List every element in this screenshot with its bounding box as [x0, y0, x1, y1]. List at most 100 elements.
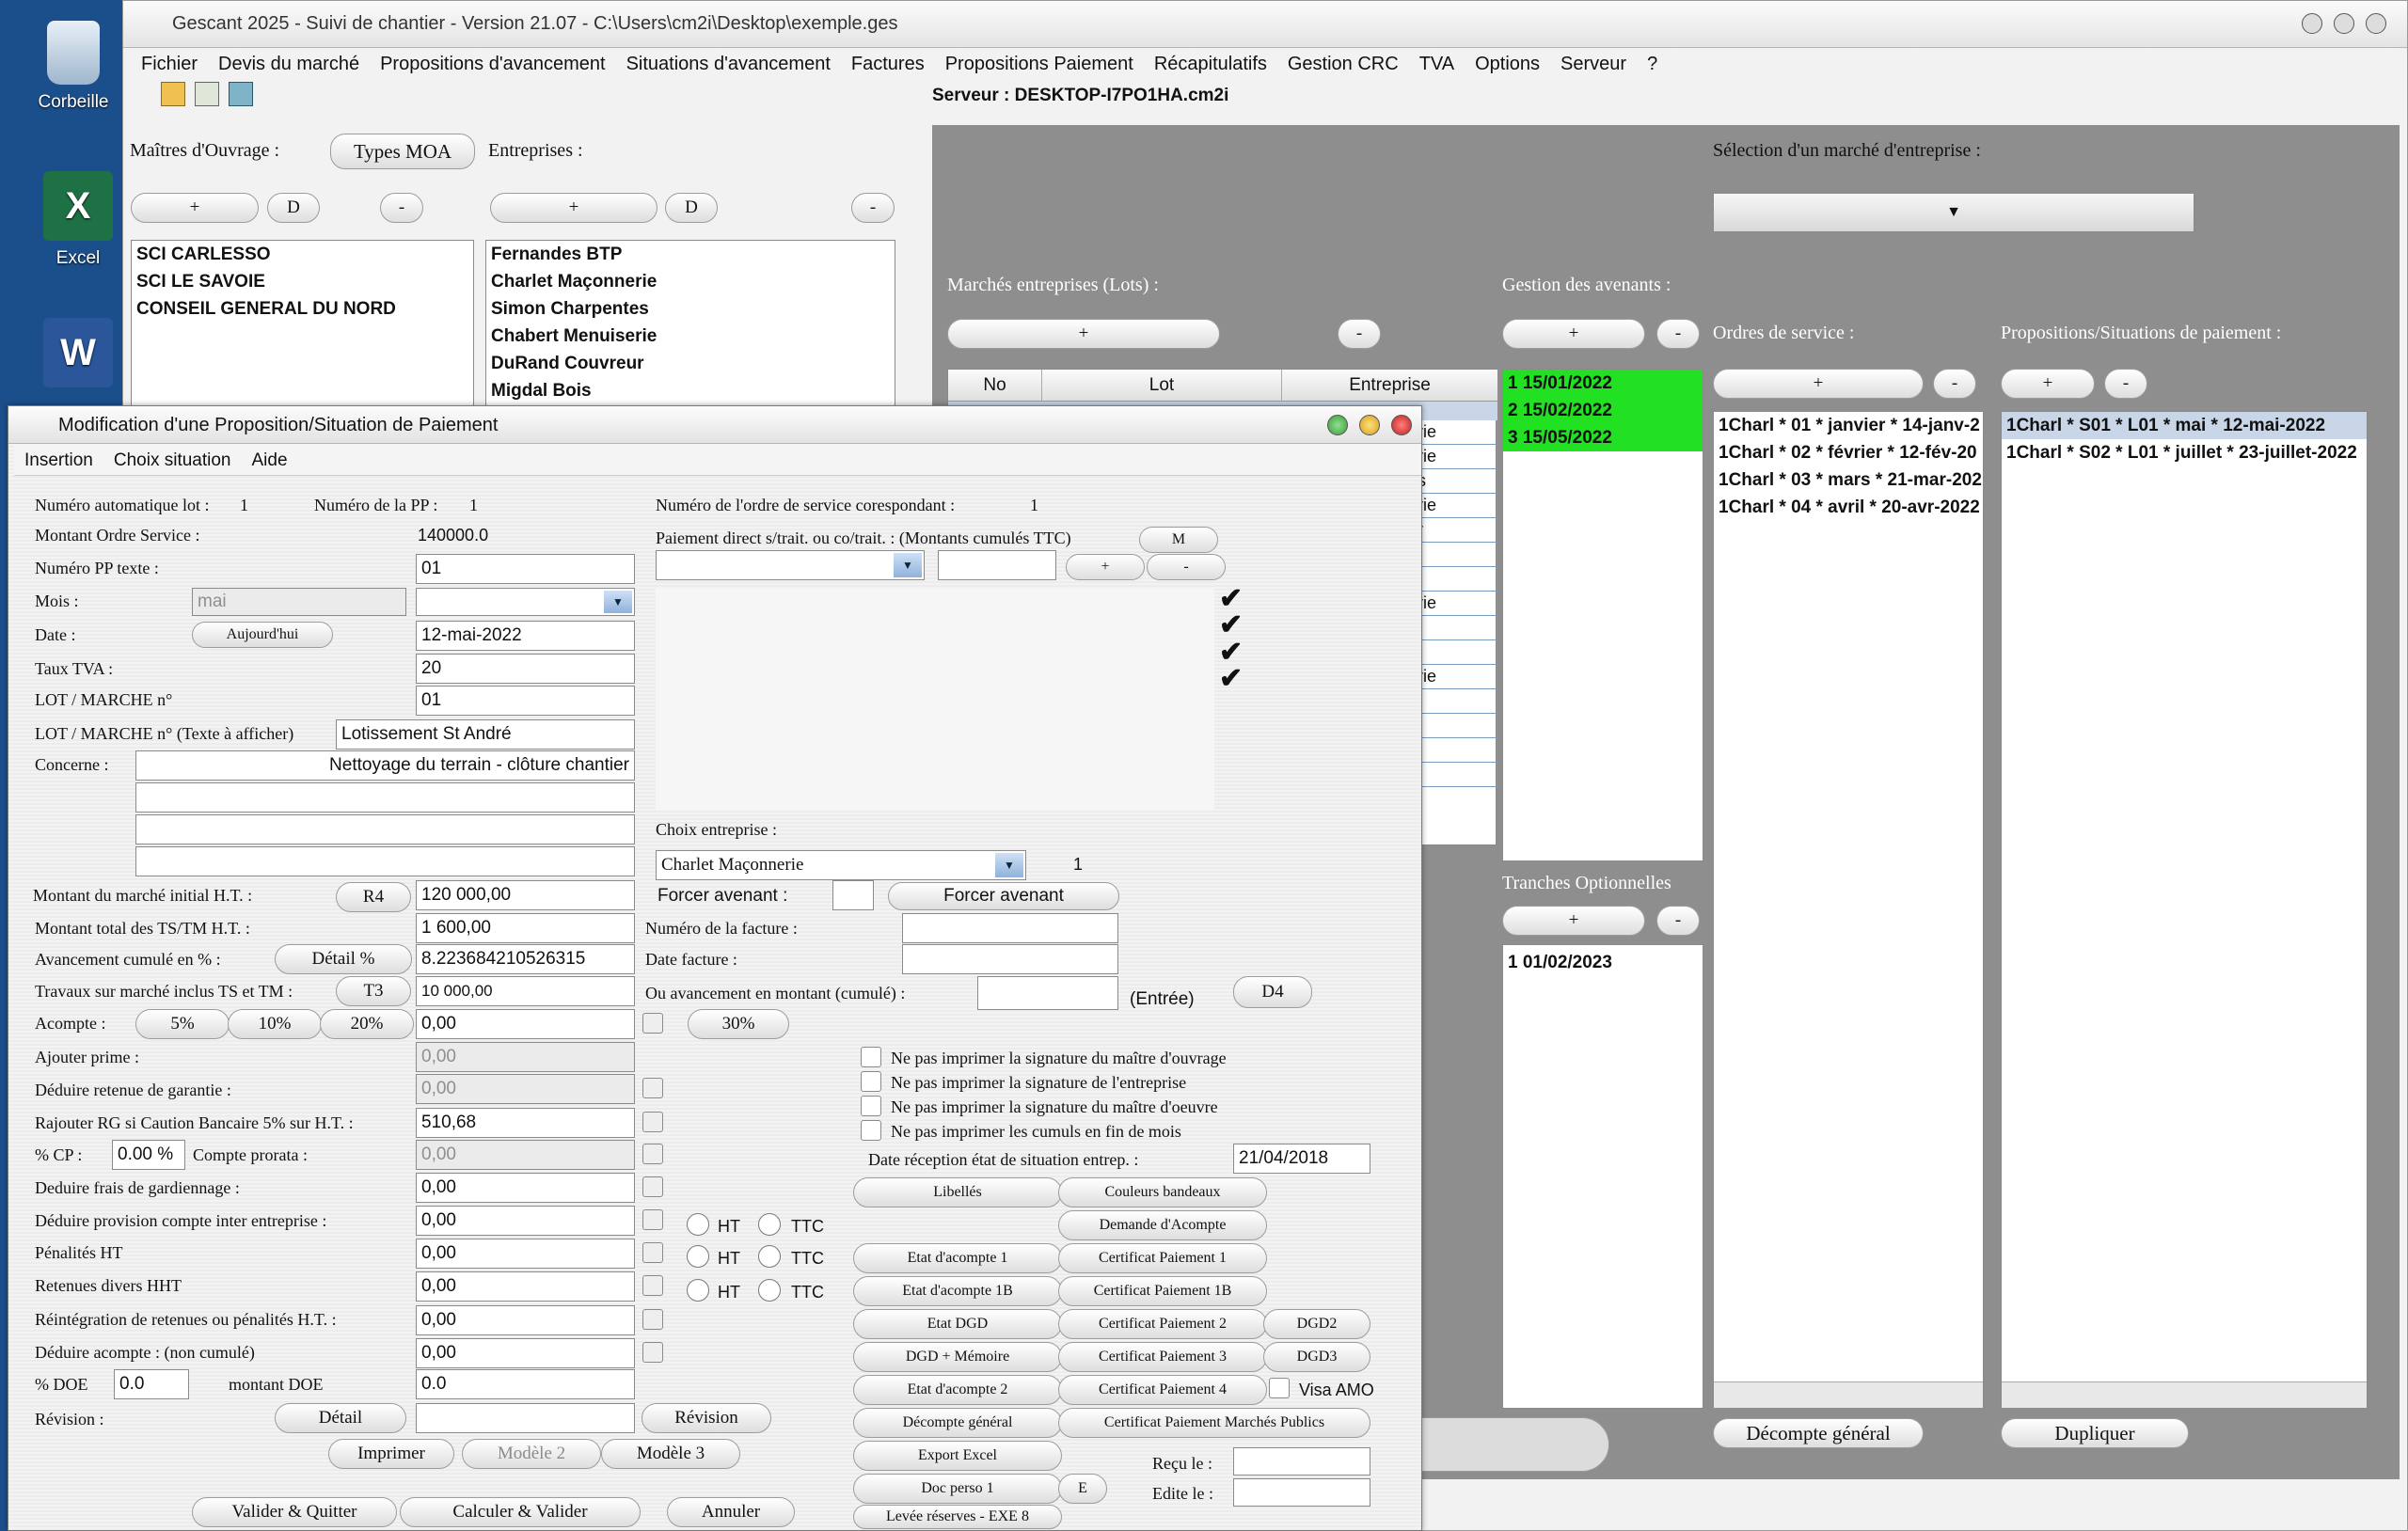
forcer-avenant-field[interactable] [832, 880, 874, 910]
retenues-checkbox[interactable] [642, 1275, 663, 1296]
table-cell[interactable] [1413, 543, 1497, 567]
menu-item[interactable]: Gestion CRC [1277, 54, 1409, 75]
menu-item[interactable]: ? [1637, 54, 1668, 75]
marche-select[interactable]: ▼ [1713, 193, 2194, 232]
recu-field[interactable] [1233, 1447, 1370, 1476]
list-item[interactable]: 1Charl * S02 * L01 * juillet * 23-juille… [2002, 439, 2367, 466]
decompte-general-button[interactable]: Décompte général [1713, 1418, 1924, 1448]
gardiennage-field[interactable]: 0,00 [416, 1173, 635, 1203]
retenues-field[interactable]: 0,00 [416, 1271, 635, 1302]
dialog-minimize-button[interactable] [1327, 415, 1348, 435]
ts-tm-field[interactable]: 1 600,00 [416, 913, 635, 943]
reintegration-checkbox[interactable] [642, 1309, 663, 1330]
dgd3-button[interactable]: DGD3 [1263, 1342, 1370, 1372]
forcer-avenant-button[interactable]: Forcer avenant [888, 882, 1119, 910]
provision-ht-radio[interactable] [687, 1213, 709, 1236]
print-opt-cumuls-checkbox[interactable] [861, 1120, 881, 1141]
ou-avancement-field[interactable] [977, 976, 1118, 1010]
gardiennage-checkbox[interactable] [642, 1176, 663, 1197]
book-icon[interactable] [229, 82, 253, 106]
decompte-general-dialog-button[interactable]: Décompte général [853, 1408, 1062, 1438]
table-cell[interactable]: rie [1413, 445, 1497, 469]
minimize-button[interactable] [2302, 13, 2322, 34]
desktop-icon-word[interactable]: W [26, 318, 130, 395]
desktop-icon-recycle-bin[interactable]: Corbeille [22, 21, 125, 113]
etat-acompte-1-button[interactable]: Etat d'acompte 1 [853, 1243, 1062, 1273]
entreprise-d-button[interactable]: D [665, 193, 718, 223]
penalites-checkbox[interactable] [642, 1242, 663, 1263]
dialog-maximize-button[interactable] [1359, 415, 1380, 435]
add-avenant-button[interactable]: + [1502, 319, 1645, 349]
detail-pct-button[interactable]: Détail % [275, 944, 412, 974]
list-item[interactable]: 2 15/02/2022 [1503, 397, 1703, 424]
etat-acompte-1b-button[interactable]: Etat d'acompte 1B [853, 1276, 1062, 1306]
list-item[interactable]: 3 15/05/2022 [1503, 424, 1703, 451]
detail-button[interactable]: Détail [275, 1403, 406, 1433]
check-icon[interactable]: ✔ [1219, 665, 1243, 693]
menu-item[interactable]: Récapitulatifs [1144, 54, 1277, 75]
lot-field[interactable]: 01 [416, 686, 635, 716]
add-tranche-button[interactable]: + [1502, 906, 1645, 936]
deduire-acompte-checkbox[interactable] [642, 1342, 663, 1363]
list-item[interactable]: 1Charl * S01 * L01 * mai * 12-mai-2022 [2002, 412, 2367, 439]
menu-item[interactable]: Options [1465, 54, 1550, 75]
certificat-marches-publics-button[interactable]: Certificat Paiement Marchés Publics [1058, 1408, 1370, 1438]
dialog-close-button[interactable] [1391, 415, 1412, 435]
remove-tranche-button[interactable]: - [1656, 906, 1700, 936]
list-item[interactable]: 1 01/02/2023 [1503, 945, 1703, 972]
rg-checkbox[interactable] [642, 1112, 663, 1132]
entreprises-list[interactable]: Fernandes BTP Charlet Maçonnerie Simon Cha… [485, 240, 895, 428]
m-button[interactable]: M [1139, 527, 1218, 553]
certificat-paiement-4-button[interactable]: Certificat Paiement 4 [1058, 1375, 1267, 1405]
concerne-line-1[interactable]: Nettoyage du terrain - clôture chantier [135, 750, 635, 781]
mois-combo[interactable]: ▼ [416, 588, 635, 616]
check-icon[interactable]: ✔ [1219, 585, 1243, 613]
revision-field[interactable] [416, 1403, 635, 1433]
menu-item[interactable]: Aide [242, 450, 298, 471]
list-item[interactable]: Migdal Bois [486, 377, 895, 404]
list-item[interactable]: Charlet Maçonnerie [486, 268, 895, 295]
avenants-list[interactable]: 1 15/01/2022 2 15/02/2022 3 15/05/2022 [1502, 369, 1703, 861]
menu-item[interactable]: Propositions Paiement [935, 54, 1144, 75]
revision-button[interactable]: Révision [642, 1403, 771, 1433]
table-cell[interactable]: rie [1413, 592, 1497, 616]
export-icon[interactable] [195, 82, 219, 106]
list-item[interactable]: 1 15/01/2022 [1503, 370, 1703, 397]
column-header-no[interactable]: No [948, 370, 1042, 401]
table-cell[interactable] [1413, 567, 1497, 592]
retenue-checkbox[interactable] [642, 1078, 663, 1098]
concerne-line-3[interactable] [135, 814, 635, 844]
visa-amo-checkbox[interactable] [1269, 1378, 1290, 1398]
travaux-field[interactable]: 10 000,00 [416, 976, 635, 1006]
paiement-direct-amount[interactable] [938, 550, 1056, 580]
tranches-list[interactable]: 1 01/02/2023 [1502, 944, 1703, 1409]
menu-item[interactable]: Serveur [1550, 54, 1637, 75]
acompte-checkbox[interactable] [642, 1013, 663, 1034]
retenues-ht-radio[interactable] [687, 1279, 709, 1302]
penalites-ht-radio[interactable] [687, 1245, 709, 1268]
penalites-ttc-radio[interactable] [758, 1245, 781, 1268]
table-cell[interactable] [1413, 714, 1497, 738]
menu-item[interactable]: Insertion [14, 450, 103, 471]
etat-acompte-2-button[interactable]: Etat d'acompte 2 [853, 1375, 1062, 1405]
remove-os-button[interactable]: - [1933, 369, 1976, 399]
libelles-button[interactable]: Libellés [853, 1177, 1062, 1207]
list-item[interactable]: 1Charl * 02 * février * 12-fév-20 [1714, 439, 1983, 466]
remove-pp-button[interactable]: - [2104, 369, 2147, 399]
list-item[interactable]: DuRand Couvreur [486, 350, 895, 377]
doc-perso-button[interactable]: Doc perso 1 [853, 1474, 1062, 1504]
acompte-20-button[interactable]: 20% [320, 1009, 414, 1039]
edite-field[interactable] [1233, 1478, 1370, 1507]
maximize-button[interactable] [2334, 13, 2354, 34]
table-cell[interactable]: s [1413, 469, 1497, 494]
imprimer-button[interactable]: Imprimer [328, 1439, 454, 1469]
open-folder-icon[interactable] [161, 82, 185, 106]
retenues-ttc-radio[interactable] [758, 1279, 781, 1302]
moa-list[interactable]: SCI CARLESSO SCI LE SAVOIE CONSEIL GENERAL… [131, 240, 474, 428]
print-opt-moa-checkbox[interactable] [861, 1047, 881, 1067]
rg-field[interactable]: 510,68 [416, 1108, 635, 1138]
valider-quitter-button[interactable]: Valider & Quitter [192, 1497, 397, 1527]
list-item[interactable]: SCI CARLESSO [132, 241, 473, 268]
remove-moa-button[interactable]: - [380, 193, 423, 223]
avancement-field[interactable]: 8.223684210526315 [416, 944, 635, 974]
